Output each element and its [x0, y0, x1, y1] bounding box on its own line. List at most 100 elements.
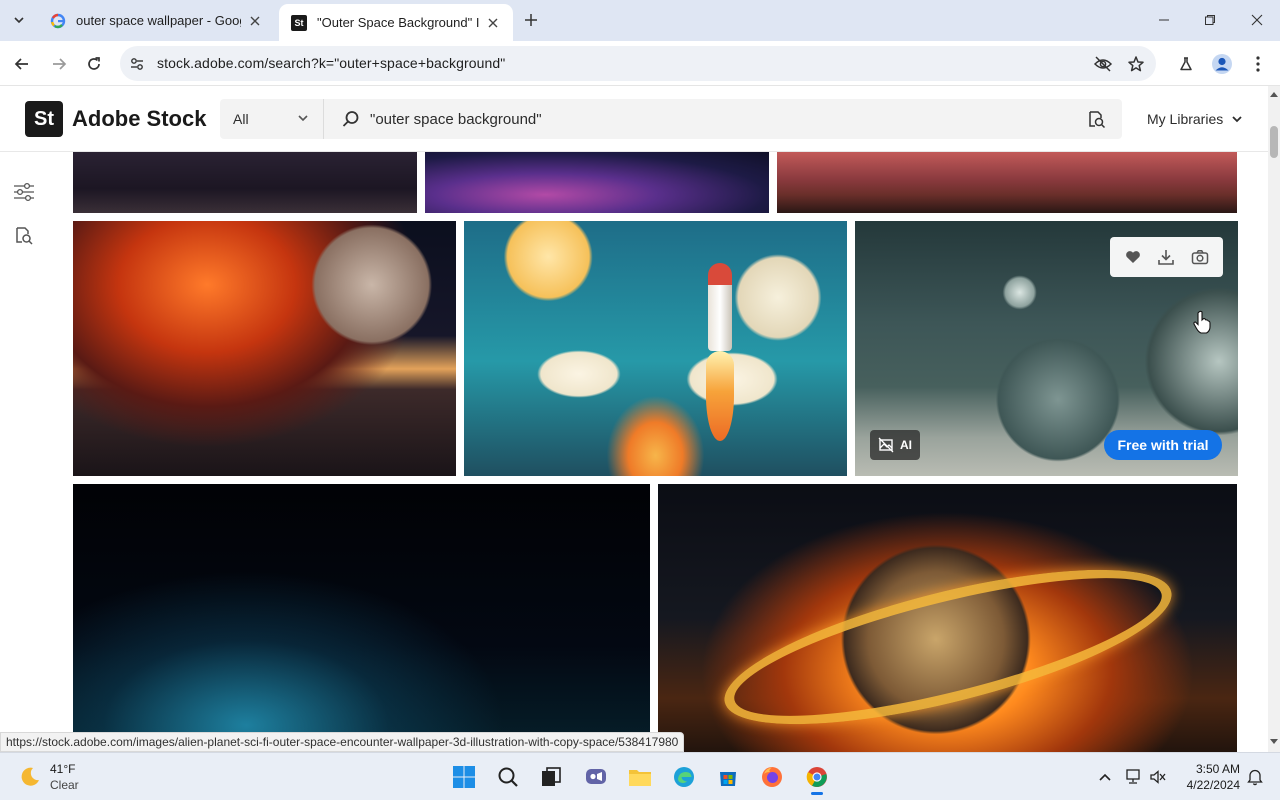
chevron-down-icon — [1232, 116, 1242, 123]
avatar-icon — [1212, 54, 1232, 74]
download-icon — [1158, 250, 1175, 265]
tab-title: "Outer Space Background" Im — [317, 15, 479, 30]
forward-button[interactable] — [44, 49, 74, 79]
asset-type-dropdown[interactable]: All — [220, 99, 324, 139]
link-status-url: https://stock.adobe.com/images/alien-pla… — [0, 732, 685, 752]
bookmark-star-icon[interactable] — [1123, 51, 1149, 77]
filters-button[interactable] — [12, 180, 36, 204]
windows-icon — [453, 766, 475, 788]
close-icon[interactable] — [247, 13, 263, 29]
image-tile[interactable] — [73, 152, 417, 213]
tab-adobe-stock[interactable]: St "Outer Space Background" Im — [279, 4, 513, 41]
minimize-button[interactable] — [1141, 0, 1187, 40]
rocket-nose — [708, 263, 732, 285]
page-scrollbar[interactable] — [1268, 86, 1280, 752]
speaker-muted-icon — [1150, 770, 1166, 784]
chevron-down-icon — [14, 17, 24, 24]
chevron-up-icon — [1099, 773, 1111, 781]
weather-condition[interactable]: Clear — [50, 778, 79, 792]
my-libraries-label: My Libraries — [1147, 111, 1224, 127]
adobe-stock-icon: St — [291, 14, 307, 31]
new-tab-button[interactable] — [520, 9, 542, 31]
chat-icon — [586, 769, 606, 784]
image-tile[interactable] — [73, 484, 650, 752]
camera-icon — [1191, 250, 1209, 265]
image-tile[interactable] — [658, 484, 1237, 752]
start-button[interactable] — [448, 761, 480, 793]
browser-menu-button[interactable] — [1243, 49, 1273, 79]
visual-search-rail-button[interactable] — [12, 224, 36, 248]
task-view-button[interactable] — [535, 761, 567, 793]
bell-icon — [1247, 769, 1263, 786]
clock-time[interactable]: 3:50 AM — [1190, 762, 1240, 776]
restore-button[interactable] — [1187, 0, 1233, 40]
tab-google-search[interactable]: outer space wallpaper - Googl — [38, 4, 275, 37]
labs-button[interactable] — [1171, 49, 1201, 79]
volume-button[interactable] — [1148, 767, 1168, 787]
tab-search-button[interactable] — [6, 7, 32, 33]
windows-taskbar: 41°F Clear 3:50 AM 4/22/2024 — [0, 752, 1280, 800]
browser-tab-strip: outer space wallpaper - Googl St "Outer … — [0, 0, 1280, 41]
logo-text[interactable]: Adobe Stock — [72, 106, 206, 132]
edge-app[interactable] — [668, 761, 700, 793]
tile-hover-actions — [1110, 237, 1223, 277]
file-explorer-app[interactable] — [624, 761, 656, 793]
more-vertical-icon — [1256, 56, 1260, 72]
search-bar: All — [220, 99, 1122, 139]
adobe-stock-logo[interactable]: St — [25, 101, 63, 137]
reload-button[interactable] — [79, 49, 109, 79]
search-input[interactable] — [370, 99, 1070, 139]
store-icon — [720, 772, 736, 786]
tracking-eye-icon[interactable] — [1090, 51, 1116, 77]
address-bar[interactable]: stock.adobe.com/search?k="outer+space+ba… — [120, 46, 1156, 81]
moon-icon[interactable] — [18, 765, 42, 789]
image-tile[interactable] — [73, 221, 456, 476]
chrome-icon — [806, 767, 827, 787]
save-to-library-button[interactable] — [1122, 246, 1144, 268]
network-button[interactable] — [1123, 767, 1143, 787]
planet-ring — [711, 537, 1185, 752]
visual-search-icon[interactable] — [1086, 109, 1106, 129]
weather-temp[interactable]: 41°F — [50, 762, 75, 776]
search-icon — [342, 111, 359, 127]
restore-icon — [1205, 15, 1215, 25]
notifications-button[interactable] — [1245, 767, 1265, 787]
profile-button[interactable] — [1207, 49, 1237, 79]
close-window-button[interactable] — [1234, 0, 1280, 40]
tab-title: outer space wallpaper - Googl — [76, 13, 241, 28]
ai-image-icon — [878, 437, 894, 453]
my-libraries-button[interactable]: My Libraries — [1147, 111, 1243, 127]
firefox-app[interactable] — [756, 761, 788, 793]
show-hidden-icons-button[interactable] — [1095, 767, 1115, 787]
rocket-flame — [706, 351, 734, 441]
reload-icon — [88, 57, 100, 70]
image-search-icon — [16, 227, 33, 245]
scroll-down-icon[interactable] — [1270, 738, 1278, 746]
monitor-network-icon — [1126, 769, 1140, 784]
chevron-down-icon — [298, 115, 308, 122]
free-with-trial-button[interactable]: Free with trial — [1104, 430, 1222, 460]
image-tile[interactable] — [777, 152, 1237, 213]
firefox-icon — [762, 767, 782, 787]
arrow-right-icon — [53, 58, 67, 70]
clock-date[interactable]: 4/22/2024 — [1180, 778, 1240, 792]
image-tile[interactable] — [425, 152, 769, 213]
teams-app[interactable] — [580, 761, 612, 793]
filter-rail — [0, 152, 50, 752]
back-button[interactable] — [7, 49, 37, 79]
close-icon — [1251, 14, 1263, 26]
find-similar-button[interactable] — [1189, 246, 1211, 268]
microsoft-store-app[interactable] — [712, 761, 744, 793]
site-settings-icon[interactable] — [127, 54, 147, 74]
scrollbar-thumb[interactable] — [1270, 126, 1278, 158]
close-icon[interactable] — [485, 15, 501, 31]
download-button[interactable] — [1155, 246, 1177, 268]
task-view-icon — [542, 767, 561, 786]
image-tile[interactable] — [464, 221, 847, 476]
chrome-app[interactable] — [801, 761, 833, 795]
ai-badge-label: AI — [900, 438, 912, 452]
scroll-up-icon[interactable] — [1270, 90, 1278, 98]
flask-icon — [1180, 57, 1192, 71]
taskbar-search-button[interactable] — [492, 761, 524, 793]
arrow-left-icon — [14, 58, 28, 70]
